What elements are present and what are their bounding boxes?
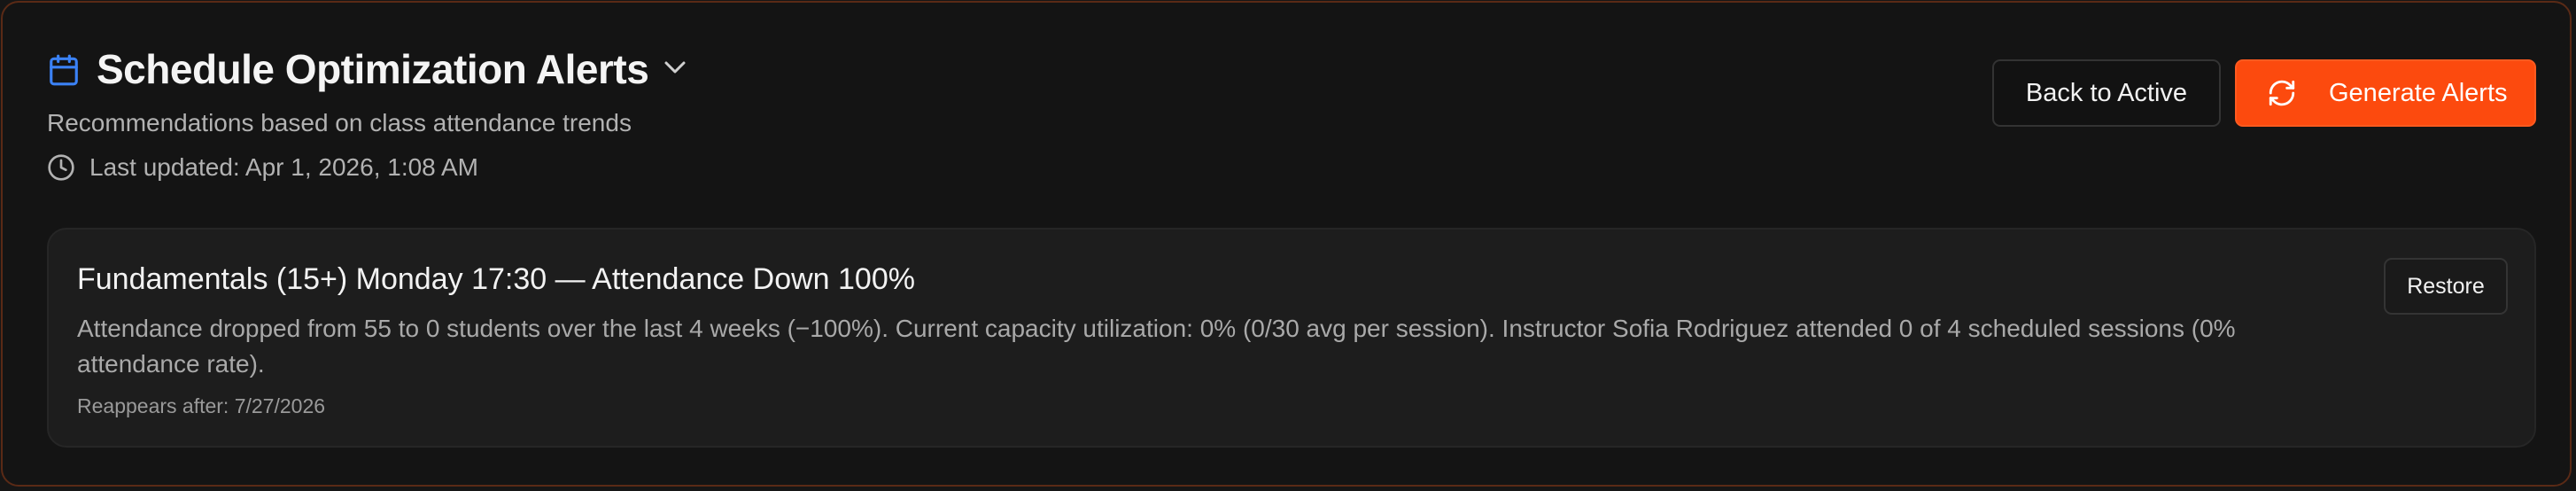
- generate-alerts-label: Generate Alerts: [2329, 78, 2508, 107]
- last-updated-text: Last updated: Apr 1, 2026, 1:08 AM: [89, 153, 478, 181]
- calendar-icon: [50, 54, 78, 86]
- back-to-active-button[interactable]: Back to Active: [1992, 59, 2221, 127]
- alert-description: Attendance dropped from 55 to 0 students…: [77, 315, 2236, 378]
- refresh-icon: [2269, 80, 2295, 106]
- back-to-active-label: Back to Active: [2025, 78, 2188, 107]
- page-subtitle: Recommendations based on class attendanc…: [47, 109, 632, 136]
- alert-card: Fundamentals (15+) Monday 17:30 — Attend…: [47, 228, 2536, 448]
- restore-label: Restore: [2407, 273, 2485, 299]
- chevron-down-icon[interactable]: [662, 58, 688, 77]
- alerts-panel: Schedule Optimization Alerts Recommendat…: [1, 1, 2572, 487]
- clock-icon: [48, 154, 74, 181]
- alert-title: Fundamentals (15+) Monday 17:30 — Attend…: [77, 262, 915, 296]
- reappears-after: Reappears after: 7/27/2026: [77, 394, 326, 417]
- generate-alerts-button[interactable]: Generate Alerts: [2235, 59, 2536, 127]
- restore-button[interactable]: Restore: [2384, 258, 2508, 315]
- page-title: Schedule Optimization Alerts: [97, 46, 649, 92]
- last-updated: Last updated: Apr 1, 2026, 1:08 AM: [47, 152, 478, 183]
